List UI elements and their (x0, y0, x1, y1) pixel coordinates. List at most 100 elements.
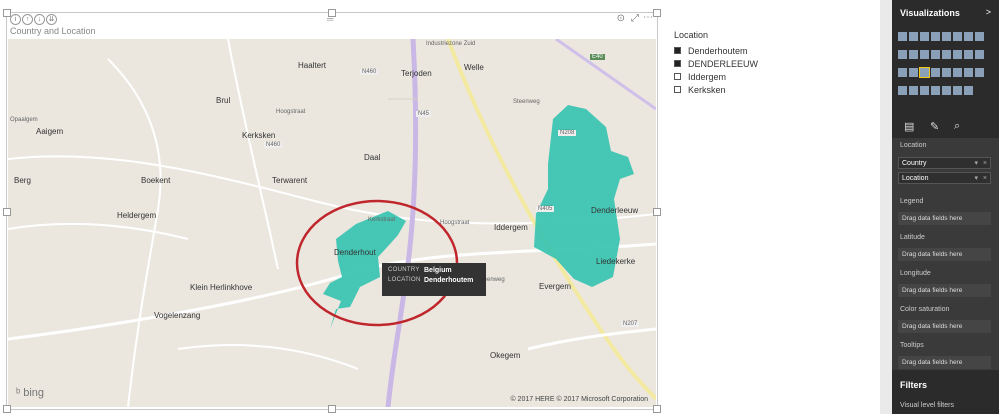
legend-item-denderhoutem[interactable]: Denderhoutem (674, 44, 758, 57)
drill-up-icon[interactable]: ↑ (22, 14, 33, 25)
stacked-column-icon[interactable] (909, 32, 918, 41)
map-icon[interactable] (909, 68, 918, 77)
collapse-pane-icon[interactable]: > (986, 7, 991, 17)
map-road-industriezone: Industriezone Zuid (426, 41, 476, 47)
focus-mode-icon[interactable]: ⤢ (631, 13, 639, 24)
resize-handle-ne[interactable] (653, 9, 661, 17)
stacked-bar-icon[interactable] (898, 32, 907, 41)
donut-icon[interactable] (975, 50, 984, 59)
clustered-bar-icon[interactable] (920, 32, 929, 41)
map-label-klein-herlinkhove: Klein Herlinkhove (190, 283, 253, 292)
close-icon[interactable]: × (983, 158, 987, 169)
well-field-location[interactable]: Location ▾ × (898, 172, 991, 184)
well-color-label: Color saturation (900, 306, 950, 313)
legend-item-denderleeuw[interactable]: DENDERLEEUW (674, 57, 758, 70)
well-legend-label: Legend (900, 198, 924, 205)
filters-title: Filters (900, 380, 928, 390)
resize-handle-e[interactable] (653, 208, 661, 216)
map-road-hoogstraat-2: Hoogstraat (440, 220, 470, 226)
pane-divider[interactable] (880, 0, 892, 414)
drop-zone-latitude[interactable]: Drag data fields here (898, 248, 991, 261)
drop-zone-tooltips[interactable]: Drag data fields here (898, 356, 991, 369)
custom-visual-icon[interactable] (953, 86, 962, 95)
well-field-country[interactable]: Country ▾ × (898, 157, 991, 169)
clustered-column-icon[interactable] (931, 32, 940, 41)
analytics-tab-icon[interactable]: ⌕ (954, 120, 960, 133)
map-label-liedekerke: Liedekerke (596, 257, 636, 266)
stacked-area-icon[interactable] (898, 50, 907, 59)
r-visual-icon[interactable] (931, 86, 940, 95)
line-chart-icon[interactable] (964, 32, 973, 41)
line-stacked-column-icon[interactable] (920, 50, 929, 59)
legend-item-iddergem[interactable]: Iddergem (674, 70, 758, 83)
multi-row-card-icon[interactable] (964, 68, 973, 77)
resize-handle-s[interactable] (328, 405, 336, 413)
100-column-icon[interactable] (953, 32, 962, 41)
expand-all-icon[interactable]: ⇊ (46, 14, 57, 25)
fields-tab-icon[interactable]: ▤ (904, 120, 914, 133)
pane-tabs: ▤ ✎ ⌕ (898, 118, 993, 139)
well-tooltips-label: Tooltips (900, 342, 924, 349)
legend-swatch (674, 60, 681, 67)
map-area[interactable]: Brul Haaltert Terjoden Welle Aaigem Kerk… (8, 39, 656, 407)
legend-title: Location (674, 30, 709, 40)
tooltip-country-key: COUNTRY (388, 267, 420, 273)
resize-handle-nw[interactable] (3, 9, 11, 17)
drop-zone-longitude[interactable]: Drag data fields here (898, 284, 991, 297)
funnel-icon[interactable] (931, 68, 940, 77)
well-location-label: Location (900, 142, 927, 149)
bing-text: bing (23, 387, 45, 399)
matrix-icon[interactable] (920, 86, 929, 95)
map-label-welle: Welle (464, 63, 484, 72)
legend-item-kerksken[interactable]: Kerksken (674, 83, 758, 96)
resize-handle-se[interactable] (653, 405, 661, 413)
close-icon[interactable]: × (983, 173, 987, 184)
filled-map-icon[interactable] (919, 67, 930, 78)
kpi-icon[interactable] (975, 68, 984, 77)
gauge-icon[interactable] (942, 68, 951, 77)
resize-handle-w[interactable] (3, 208, 11, 216)
map-label-terwarent: Terwarent (272, 176, 308, 185)
globe-icon[interactable] (942, 86, 951, 95)
chevron-down-icon[interactable]: ▾ (974, 158, 978, 169)
pie-icon[interactable] (964, 50, 973, 59)
waterfall-icon[interactable] (942, 50, 951, 59)
report-canvas: i ↑ ↓ ⇊ ═ ⊙ ⤢ ⋯ Country and Location Bru… (0, 0, 880, 414)
ribbon-chart-icon[interactable] (931, 50, 940, 59)
tooltip-location-value: Denderhoutem (424, 277, 474, 284)
drill-down-icon[interactable]: ↓ (34, 14, 45, 25)
more-visuals-icon[interactable] (964, 86, 973, 95)
chevron-down-icon[interactable]: ▾ (974, 173, 978, 184)
line-column-icon[interactable] (909, 50, 918, 59)
legend-swatch (674, 86, 681, 93)
visual-type-grid (898, 30, 990, 102)
map-label-kerksken: Kerksken (242, 131, 276, 140)
card-icon[interactable] (953, 68, 962, 77)
area-chart-icon[interactable] (975, 32, 984, 41)
legend-label: Kerksken (688, 84, 726, 95)
map-visual[interactable]: i ↑ ↓ ⇊ ═ ⊙ ⤢ ⋯ Country and Location Bru… (3, 9, 661, 413)
info-icon[interactable]: i (10, 14, 21, 25)
visual-level-filters[interactable]: Visual level filters (900, 402, 954, 409)
map-legend: Location Denderhoutem DENDERLEEUW Idderg… (674, 30, 758, 96)
resize-handle-n[interactable] (328, 9, 336, 17)
map-label-okegem: Okegem (490, 351, 521, 360)
slicer-icon[interactable] (898, 86, 907, 95)
drop-zone-legend[interactable]: Drag data fields here (898, 212, 991, 225)
well-latitude-label: Latitude (900, 234, 925, 241)
download-icon[interactable]: ⊙ (617, 13, 625, 24)
map-label-boekent: Boekent (141, 176, 171, 185)
format-tab-icon[interactable]: ✎ (930, 120, 939, 133)
drop-zone-color[interactable]: Drag data fields here (898, 320, 991, 333)
map-label-heldergem: Heldergem (117, 211, 157, 220)
resize-handle-sw[interactable] (3, 405, 11, 413)
map-svg (8, 39, 656, 407)
map-road-n208: N208 (558, 130, 577, 136)
100-bar-icon[interactable] (942, 32, 951, 41)
table-icon[interactable] (909, 86, 918, 95)
treemap-icon[interactable] (898, 68, 907, 77)
scatter-icon[interactable] (953, 50, 962, 59)
map-label-brul: Brul (216, 96, 231, 105)
more-options-icon[interactable]: ⋯ (643, 12, 653, 23)
map-label-terjoden: Terjoden (401, 69, 432, 78)
